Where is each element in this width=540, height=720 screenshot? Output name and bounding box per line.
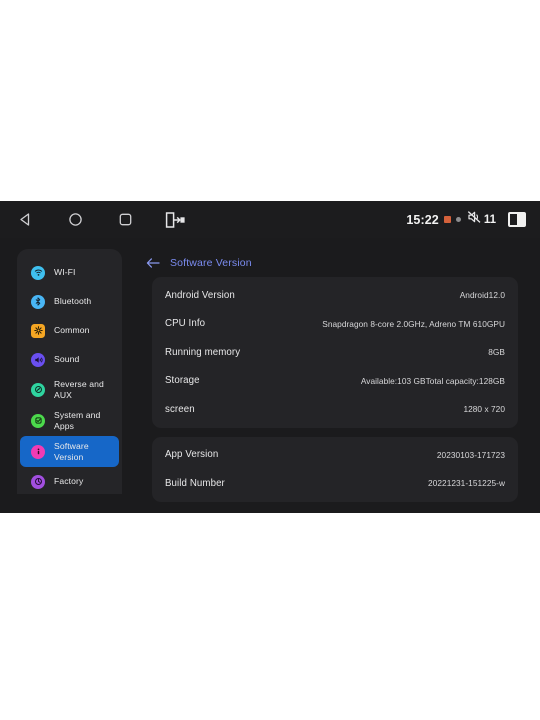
factory-icon: [31, 474, 45, 489]
back-nav-button[interactable]: [0, 201, 50, 238]
speaker-icon: [31, 352, 45, 367]
table-row[interactable]: Storage Available:103 GBTotal capacity:1…: [152, 367, 518, 396]
row-label: CPU Info: [165, 318, 206, 330]
split-screen-icon[interactable]: [508, 212, 526, 227]
back-nav-icon: [17, 211, 34, 228]
back-arrow-icon[interactable]: [146, 257, 160, 269]
exit-app-icon: [164, 211, 186, 229]
sidebar-item-software-version[interactable]: Software Version: [20, 436, 119, 467]
sidebar-item-label: Reverse and AUX: [54, 379, 104, 400]
home-nav-icon: [67, 211, 84, 228]
sidebar-item-sound[interactable]: Sound: [20, 345, 119, 374]
table-row[interactable]: Running memory 8GB: [152, 338, 518, 367]
row-value: Available:103 GBTotal capacity:128GB: [360, 375, 505, 386]
row-value: Android12.0: [459, 290, 505, 301]
row-label: App Version: [165, 449, 219, 461]
grey-dot-icon: [455, 217, 461, 222]
content-panel: Software Version Android Version Android…: [133, 249, 540, 513]
sidebar-item-label: System and Apps: [54, 410, 101, 431]
system-navigation-bar: 15:22 11: [0, 201, 540, 238]
table-row[interactable]: Build Number 20221231-151225-w: [152, 469, 518, 498]
content-header: Software Version: [133, 249, 540, 277]
sidebar-item-bluetooth[interactable]: Bluetooth: [20, 287, 119, 316]
table-row[interactable]: Android Version Android12.0: [152, 281, 518, 310]
split-right-pane: [517, 214, 524, 225]
row-label: screen: [165, 403, 195, 415]
orange-indicator-icon: [443, 216, 451, 223]
sidebar-item-factory[interactable]: Factory: [20, 467, 119, 494]
sidebar-item-common[interactable]: Common: [20, 316, 119, 345]
bluetooth-icon: [31, 294, 45, 309]
row-label: Build Number: [165, 477, 225, 489]
row-label: Android Version: [165, 289, 235, 301]
recents-nav-button[interactable]: [100, 201, 150, 238]
row-label: Running memory: [165, 346, 241, 358]
home-nav-button[interactable]: [50, 201, 100, 238]
table-row[interactable]: App Version 20230103-171723: [152, 441, 518, 470]
wifi-icon: [31, 265, 45, 280]
recents-nav-icon: [117, 211, 134, 228]
row-value: Snapdragon 8-core 2.0GHz, Adreno TM 610G…: [322, 318, 505, 329]
sidebar-item-wifi[interactable]: WI-FI: [20, 258, 119, 287]
table-row[interactable]: CPU Info Snapdragon 8-core 2.0GHz, Adren…: [152, 310, 518, 339]
device-info-card: Android Version Android12.0 CPU Info Sna…: [152, 277, 518, 428]
split-left-pane: [510, 214, 517, 225]
row-value: 20230103-171723: [436, 449, 505, 460]
apps-icon: [31, 413, 45, 428]
sidebar-item-label: Factory: [54, 476, 84, 487]
row-value: 1280 x 720: [463, 404, 505, 415]
row-label: Storage: [165, 375, 200, 387]
status-indicator-group: 15:22 11: [406, 201, 526, 238]
device-screen: 15:22 11 WI-FI Bluetooth Common Sound Re…: [0, 201, 540, 513]
sidebar-item-system-and-apps[interactable]: System and Apps: [20, 405, 119, 436]
sidebar-item-label: Common: [54, 325, 90, 336]
sidebar-item-label: Sound: [54, 354, 80, 365]
sidebar-item-reverse-and-aux[interactable]: Reverse and AUX: [20, 374, 119, 405]
status-clock: 15:22: [406, 212, 439, 227]
sidebar-item-label: Software Version: [54, 441, 89, 462]
table-row[interactable]: screen 1280 x 720: [152, 395, 518, 424]
row-value: 8GB: [488, 347, 505, 358]
settings-sidebar: WI-FI Bluetooth Common Sound Reverse and…: [17, 249, 122, 494]
speaker-mute-icon: [467, 210, 482, 229]
sidebar-item-label: WI-FI: [54, 267, 76, 278]
page-title: Software Version: [170, 257, 252, 269]
row-value: 20221231-151225-w: [428, 478, 505, 489]
volume-level-label: 11: [483, 213, 496, 226]
exit-app-button[interactable]: [150, 201, 200, 238]
volume-indicator[interactable]: 11: [467, 210, 496, 229]
info-icon: [31, 444, 45, 459]
reverse-camera-icon: [31, 382, 45, 397]
version-info-card: App Version 20230103-171723 Build Number…: [152, 436, 518, 502]
nav-button-group: [0, 201, 200, 238]
gear-icon: [31, 323, 45, 338]
sidebar-item-label: Bluetooth: [54, 296, 92, 307]
